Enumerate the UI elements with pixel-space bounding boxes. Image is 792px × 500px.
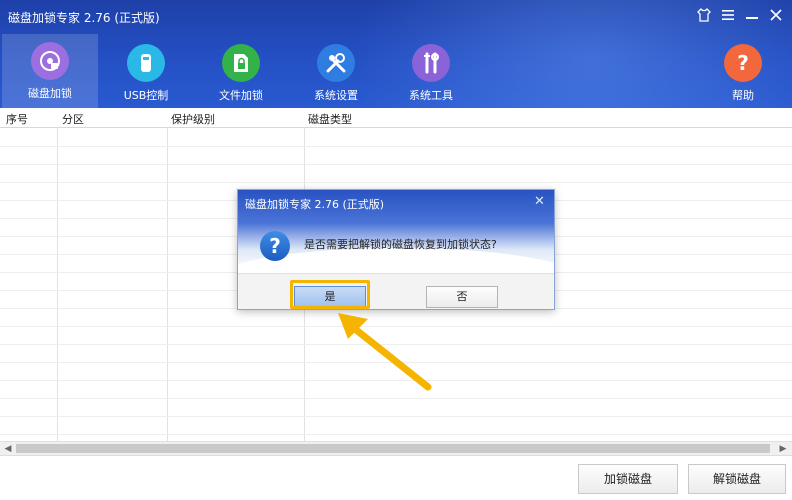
tab-label: 文件加锁 xyxy=(219,89,263,102)
tab-label: 系统设置 xyxy=(314,89,358,102)
tab-label: 帮助 xyxy=(732,89,754,102)
system-tools-icon xyxy=(412,44,450,82)
tab-usb-control[interactable]: USB控制 xyxy=(98,36,194,106)
help-icon: ? xyxy=(724,44,762,82)
row-divider xyxy=(0,398,792,399)
dialog-message: 是否需要把解锁的磁盘恢复到加锁状态? xyxy=(304,238,497,251)
column-divider xyxy=(57,108,58,441)
scroll-thumb[interactable] xyxy=(16,444,770,453)
column-divider xyxy=(167,108,168,441)
confirm-dialog: 磁盘加锁专家 2.76 (正式版) ✕ ? 是否需要把解锁的磁盘恢复到加锁状态?… xyxy=(237,189,555,310)
dialog-title: 磁盘加锁专家 2.76 (正式版) xyxy=(245,198,385,211)
row-divider xyxy=(0,434,792,435)
row-divider xyxy=(0,164,792,165)
tab-system-settings[interactable]: 系统设置 xyxy=(288,36,384,106)
lock-disk-button[interactable]: 加锁磁盘 xyxy=(578,464,678,494)
tab-system-tools[interactable]: 系统工具 xyxy=(383,36,479,106)
file-lock-icon xyxy=(222,44,260,82)
row-divider xyxy=(0,416,792,417)
disk-lock-icon xyxy=(31,42,69,80)
window-title: 磁盘加锁专家 2.76 (正式版) xyxy=(8,11,160,25)
column-header-disk-type[interactable]: 磁盘类型 xyxy=(308,111,352,127)
table-header: 序号 分区 保护级别 磁盘类型 xyxy=(0,108,792,128)
skin-icon[interactable] xyxy=(694,7,714,27)
menu-icon[interactable] xyxy=(718,7,738,27)
dialog-footer: 是 否 xyxy=(238,273,554,309)
unlock-disk-button[interactable]: 解锁磁盘 xyxy=(688,464,786,494)
tab-help[interactable]: ? 帮助 xyxy=(695,36,791,106)
dialog-close-icon[interactable]: ✕ xyxy=(534,194,545,209)
question-icon: ? xyxy=(260,231,290,261)
tab-label: 磁盘加锁 xyxy=(28,87,72,100)
tab-label: USB控制 xyxy=(123,89,169,102)
row-divider xyxy=(0,146,792,147)
column-header-partition[interactable]: 分区 xyxy=(62,111,84,127)
tab-disk-lock[interactable]: 磁盘加锁 xyxy=(2,34,98,108)
row-divider xyxy=(0,182,792,183)
tab-label: 系统工具 xyxy=(409,89,453,102)
footer-bar: 加锁磁盘 解锁磁盘 xyxy=(0,455,792,500)
horizontal-scrollbar[interactable]: ◀ ▶ xyxy=(0,441,792,455)
tab-file-lock[interactable]: 文件加锁 xyxy=(193,36,289,106)
close-icon[interactable] xyxy=(766,7,786,27)
column-header-index[interactable]: 序号 xyxy=(6,111,28,127)
svg-text:?: ? xyxy=(737,51,749,75)
settings-tools-icon xyxy=(317,44,355,82)
app-header: 磁盘加锁专家 2.76 (正式版) 磁盘加锁 USB控制 文件加锁 系统设置 系… xyxy=(0,0,792,108)
column-header-protection-level[interactable]: 保护级别 xyxy=(171,111,215,127)
scroll-left-icon[interactable]: ◀ xyxy=(1,442,15,456)
annotation-arrow-icon xyxy=(338,313,432,391)
usb-icon xyxy=(127,44,165,82)
scroll-right-icon[interactable]: ▶ xyxy=(776,442,790,456)
